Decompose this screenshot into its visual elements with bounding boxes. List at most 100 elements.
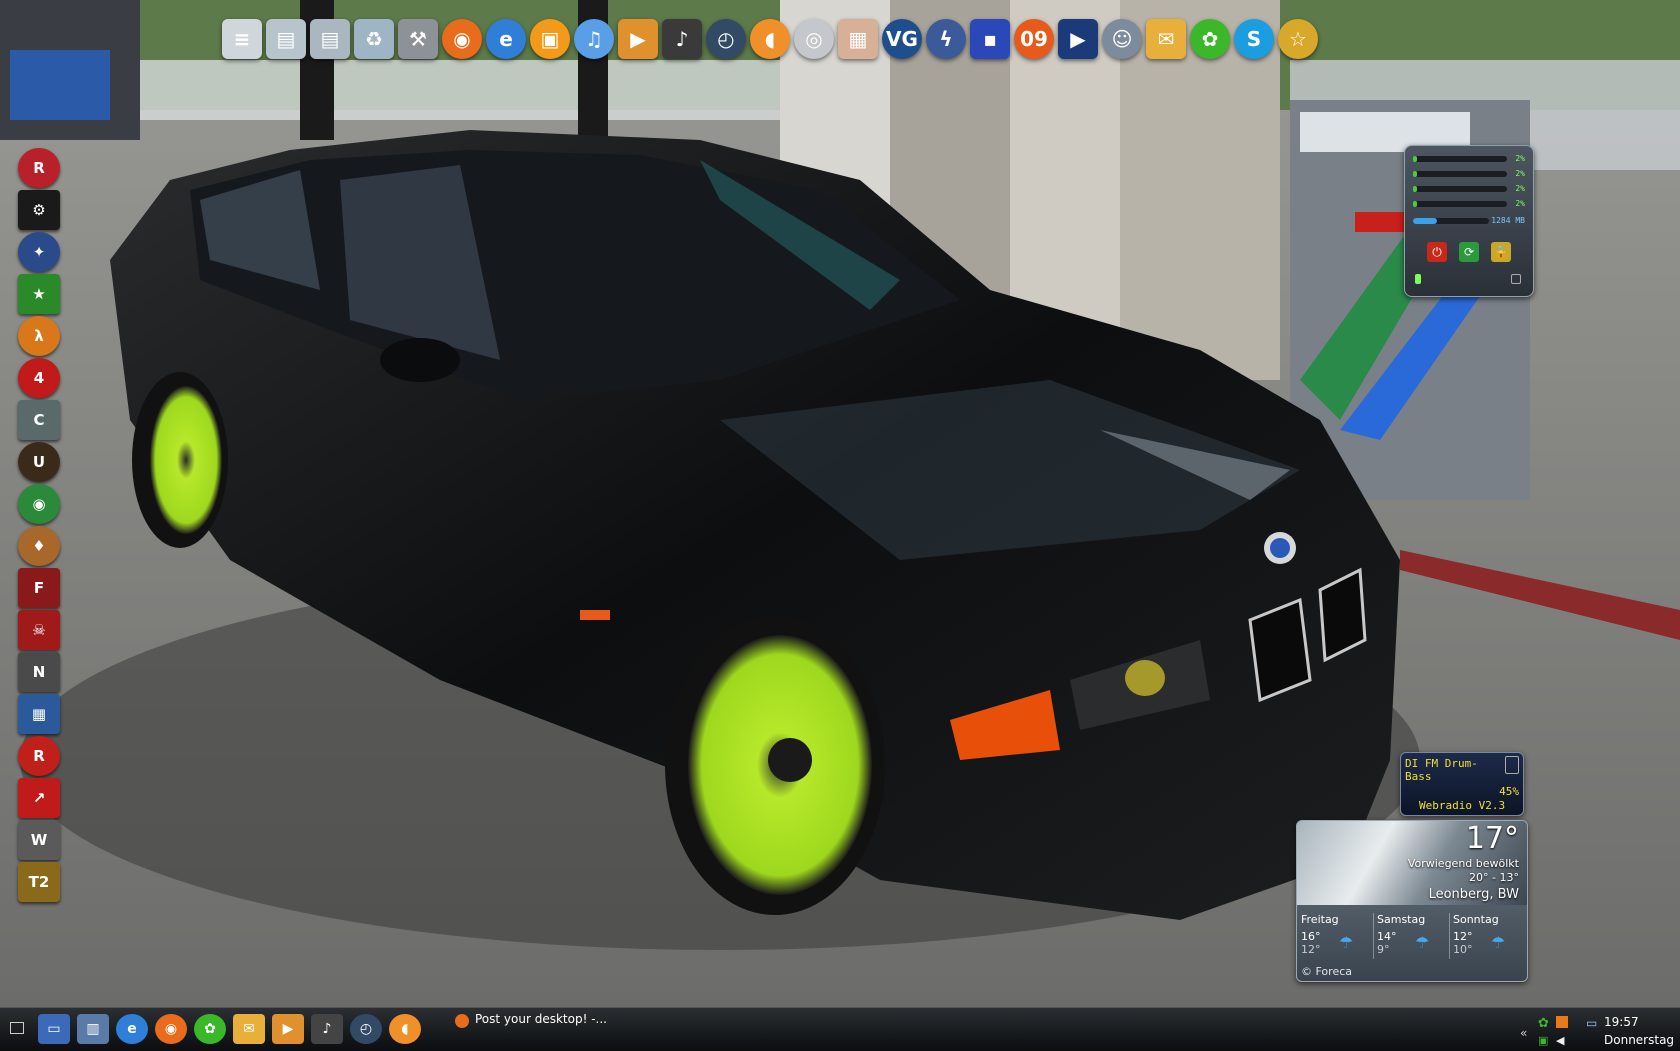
racing-game-icon[interactable]: R bbox=[18, 736, 60, 776]
left-4-dead-icon[interactable]: 4 bbox=[18, 358, 60, 398]
speaker-icon[interactable] bbox=[1505, 756, 1519, 774]
medal-game-icon[interactable]: ♦ bbox=[18, 526, 60, 566]
fear-2-icon[interactable]: F bbox=[18, 568, 60, 608]
wings-game-icon[interactable]: W bbox=[18, 820, 60, 860]
arrow-game-icon[interactable]: ↗ bbox=[18, 778, 60, 818]
star-game-icon[interactable]: ★ bbox=[18, 274, 60, 314]
firefox-task-icon bbox=[455, 1014, 469, 1028]
forecast-day-2-low: 9° bbox=[1377, 943, 1390, 956]
cpu-core-1: 2% bbox=[1413, 154, 1525, 164]
weather-gadget[interactable]: 17° Vorwiegend bewölkt 20° - 13° Leonber… bbox=[1296, 820, 1528, 982]
folder-icon[interactable]: ▤ bbox=[310, 19, 350, 59]
cd-icon[interactable]: ◎ bbox=[794, 19, 834, 59]
rain-icon: ☂ bbox=[1339, 933, 1354, 952]
tray-expand-icon[interactable]: « bbox=[1520, 1026, 1527, 1040]
rain-icon: ☂ bbox=[1491, 933, 1506, 952]
floppy-save-icon[interactable]: ▪ bbox=[970, 19, 1010, 59]
radio-station-line2: Bass bbox=[1405, 770, 1432, 783]
media-play-icon[interactable]: ▶ bbox=[1058, 19, 1098, 59]
clock-quick-icon[interactable]: ◴ bbox=[350, 1014, 382, 1044]
icq-flower-icon[interactable]: ✿ bbox=[1190, 19, 1230, 59]
media-player-icon[interactable]: ▶ bbox=[618, 19, 658, 59]
firefox-quick-icon[interactable]: ◉ bbox=[155, 1014, 187, 1044]
radio-volume: 45% bbox=[1499, 785, 1519, 798]
radio-station-line1: DI FM Drum- bbox=[1405, 757, 1478, 770]
forecast-day-3: Sonntag 12° 10° ☂ bbox=[1453, 913, 1525, 956]
cpu-core-3-fill bbox=[1413, 186, 1417, 192]
weather-location: Leonberg, BW bbox=[1428, 887, 1519, 902]
cpu-core-2-fill bbox=[1413, 171, 1417, 177]
recycle-bin-icon[interactable]: ♻ bbox=[354, 19, 394, 59]
blue-game-icon[interactable]: ▦ bbox=[18, 694, 60, 734]
lightning-icon[interactable]: ϟ bbox=[926, 19, 966, 59]
tv-icon[interactable]: ▣ bbox=[530, 19, 570, 59]
taskbar-task-firefox[interactable]: Post your desktop! -... bbox=[455, 1012, 607, 1046]
webradio-gadget[interactable]: DI FM Drum- Bass 45% Webradio V2.3 bbox=[1400, 752, 1524, 816]
cpu-core-1-fill bbox=[1413, 156, 1417, 162]
tray-icq-icon[interactable]: ✿ bbox=[1538, 1016, 1549, 1031]
photos-icon[interactable]: ▦ bbox=[838, 19, 878, 59]
weather-temperature: 17° bbox=[1465, 821, 1519, 856]
tray-volume-icon[interactable]: ◀ bbox=[1556, 1034, 1564, 1047]
forecast-day-3-name: Sonntag bbox=[1453, 913, 1499, 926]
restart-icon: ⟳ bbox=[1463, 245, 1475, 259]
trials-2-icon[interactable]: T2 bbox=[18, 862, 60, 902]
power-button[interactable]: ⏻ bbox=[1427, 242, 1447, 262]
mail-quick-icon[interactable]: ✉ bbox=[233, 1014, 265, 1044]
steam-icon[interactable]: ⚙ bbox=[18, 190, 60, 230]
music-quick-icon[interactable]: ♪ bbox=[311, 1014, 343, 1044]
clock-icon[interactable]: ◴ bbox=[706, 19, 746, 59]
mail-icon[interactable]: ✉ bbox=[1146, 19, 1186, 59]
ear-icon[interactable]: ◖ bbox=[750, 19, 790, 59]
weather-range: 20° - 13° bbox=[1469, 871, 1519, 884]
cpu-core-3-label: 2% bbox=[1515, 184, 1525, 193]
counter-strike-icon[interactable]: ✦ bbox=[18, 232, 60, 272]
documents-folder-icon[interactable]: ▤ bbox=[266, 19, 306, 59]
half-life-2-icon[interactable]: λ bbox=[18, 316, 60, 356]
rain-icon: ☂ bbox=[1415, 933, 1430, 952]
headset-user-icon[interactable]: ☺ bbox=[1102, 19, 1142, 59]
media-quick-icon[interactable]: ▶ bbox=[272, 1014, 304, 1044]
forecast-day-1: Freitag 16° 12° ☂ bbox=[1301, 913, 1373, 956]
forecast-day-1-low: 12° bbox=[1301, 943, 1321, 956]
itunes-icon[interactable]: ♫ bbox=[574, 19, 614, 59]
tray-display-icon[interactable]: ▭ bbox=[1586, 1016, 1597, 1030]
cpu-meter-gadget[interactable]: 2% 2% 2% 2% 1284 MB ⏻ ⟳ 🔒 bbox=[1404, 145, 1534, 297]
music-note-icon[interactable]: ♪ bbox=[662, 19, 702, 59]
power-icon: ⏻ bbox=[1432, 244, 1442, 259]
skype-icon[interactable]: S bbox=[1234, 19, 1274, 59]
rockstar-icon[interactable]: R bbox=[18, 148, 60, 188]
burn-09-icon[interactable]: 09 bbox=[1014, 19, 1054, 59]
red-mask-icon[interactable]: ☠ bbox=[18, 610, 60, 650]
internet-explorer-icon[interactable]: e bbox=[486, 19, 526, 59]
tray-network-icon[interactable]: ▣ bbox=[1538, 1034, 1548, 1047]
fox-icon[interactable]: ☆ bbox=[1278, 19, 1318, 59]
firefox-icon[interactable]: ◉ bbox=[442, 19, 482, 59]
ear-quick-icon[interactable]: ◖ bbox=[389, 1014, 421, 1044]
cpu-core-3: 2% bbox=[1413, 184, 1525, 194]
forecast-day-3-high: 12° bbox=[1453, 930, 1473, 943]
tray-app-icon[interactable] bbox=[1556, 1016, 1568, 1028]
lock-button[interactable]: 🔒 bbox=[1491, 242, 1511, 262]
target-game-icon[interactable]: ◉ bbox=[18, 484, 60, 524]
forecast-day-2-name: Samstag bbox=[1377, 913, 1426, 926]
need-for-speed-icon[interactable]: N bbox=[18, 652, 60, 692]
cpu-core-1-label: 2% bbox=[1515, 154, 1525, 163]
switch-windows-icon[interactable]: ▥ bbox=[77, 1014, 109, 1044]
memory-label: 1284 MB bbox=[1491, 216, 1525, 225]
crysis-icon[interactable]: C bbox=[18, 400, 60, 440]
restart-button[interactable]: ⟳ bbox=[1459, 242, 1479, 262]
icq-quick-icon[interactable]: ✿ bbox=[194, 1014, 226, 1044]
cpu-core-2-label: 2% bbox=[1515, 169, 1525, 178]
system-tray: « ✿ ▣ ◀ ▭ 19:57 Donnerstag bbox=[1520, 1012, 1680, 1048]
start-menu-icon[interactable] bbox=[10, 1022, 24, 1034]
tools-icon[interactable]: ⚒ bbox=[398, 19, 438, 59]
show-desktop-icon[interactable]: ▭ bbox=[38, 1014, 70, 1044]
clock-time[interactable]: 19:57 bbox=[1604, 1015, 1639, 1029]
notes-icon[interactable]: ≡ bbox=[222, 19, 262, 59]
vg-icon[interactable]: VG bbox=[882, 19, 922, 59]
clock-day[interactable]: Donnerstag bbox=[1604, 1033, 1674, 1047]
ie-quick-icon[interactable]: e bbox=[116, 1014, 148, 1044]
weather-credit[interactable]: © Foreca bbox=[1301, 965, 1352, 978]
unreal-icon[interactable]: U bbox=[18, 442, 60, 482]
